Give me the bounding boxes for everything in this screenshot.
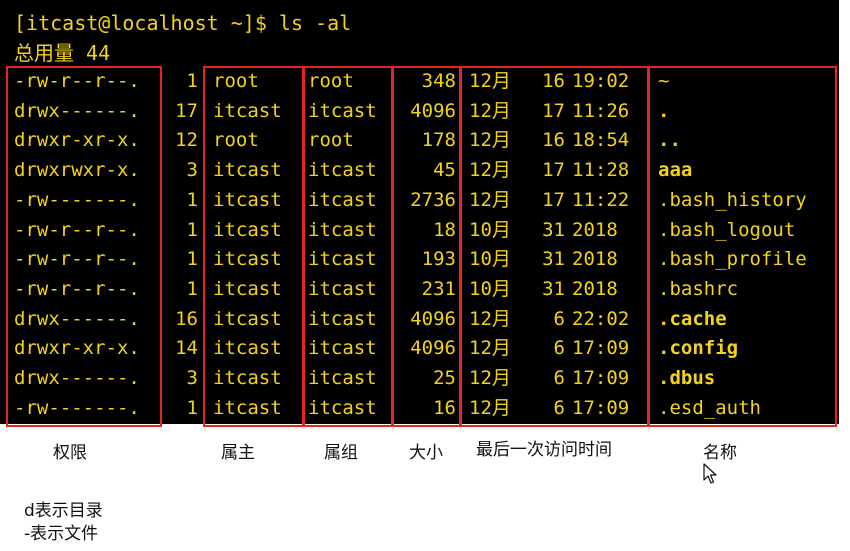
cell-links: 16 [175,307,198,330]
label-permissions: 权限 [53,443,87,463]
cell-links: 1 [186,70,198,92]
owner-box [203,66,304,427]
cell-links: 1 [186,396,198,419]
label-group: 属组 [324,443,358,463]
label-name: 名称 [703,443,737,463]
cell-links: 3 [186,367,198,389]
label-last-access: 最后一次访问时间 [476,440,612,460]
label-owner: 属主 [221,443,255,463]
total-line: 总用量 44 [14,41,111,65]
cell-links: 14 [175,337,198,360]
size-box [392,66,461,427]
label-size: 大小 [409,443,443,463]
last-access-box [460,66,649,427]
cell-links: 1 [186,188,198,211]
cell-links: 1 [186,248,198,271]
permissions-box [6,66,162,427]
cell-links: 1 [186,277,198,300]
terminal-window[interactable]: [itcast@localhost ~]$ ls -al 总用量 44 -rw-… [0,0,839,427]
note-file: -表示文件 [24,524,99,544]
command-prompt: [itcast@localhost ~]$ ls -al [14,11,352,35]
cell-links: 1 [186,218,198,241]
cell-links: 17 [175,99,198,122]
arrow-cursor-icon [703,463,717,484]
note-directory: d表示目录 [24,501,103,521]
name-box [648,66,837,427]
cell-links: 12 [175,129,198,152]
cell-links: 3 [186,159,198,182]
group-box [303,66,393,427]
